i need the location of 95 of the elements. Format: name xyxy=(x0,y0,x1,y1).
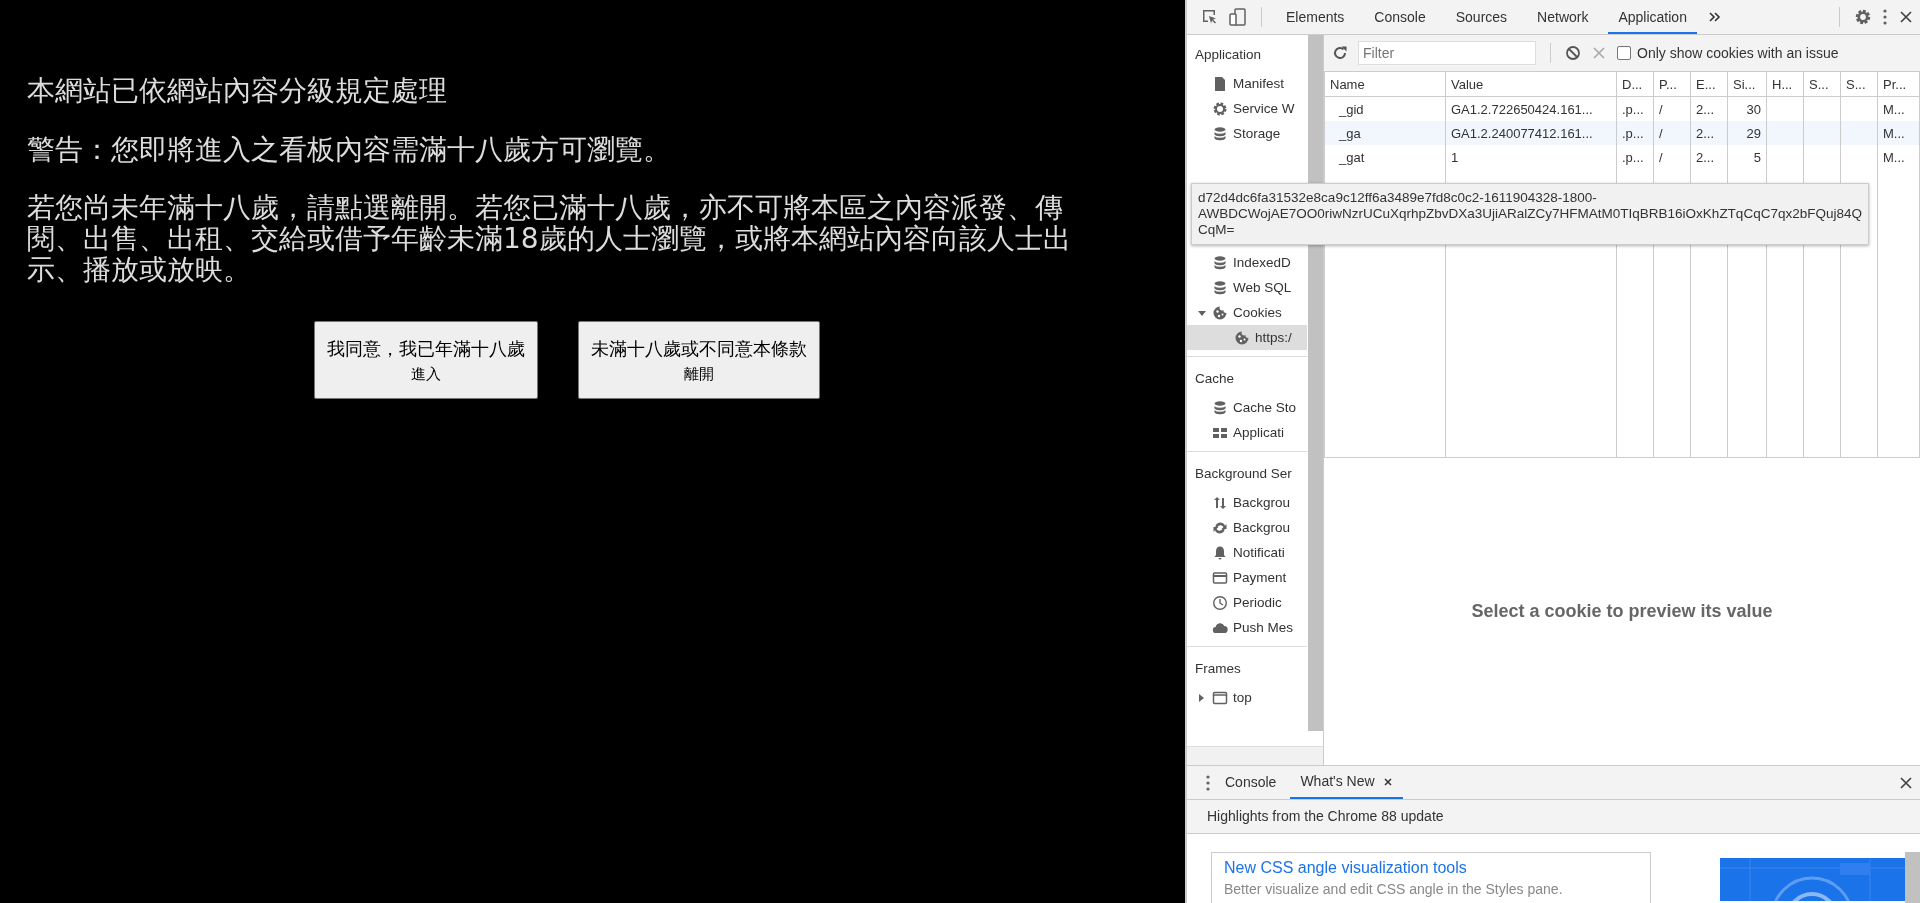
sidebar-item[interactable]: Cookies xyxy=(1187,300,1307,325)
refresh-icon xyxy=(1332,45,1348,61)
horizontal-scrollbar[interactable] xyxy=(1187,746,1323,765)
sidebar-section-title: Frames xyxy=(1194,661,1242,678)
table-cell: / xyxy=(1659,101,1663,117)
delete-icon xyxy=(1591,45,1607,61)
sidebar-item[interactable]: Push Mes xyxy=(1187,615,1307,640)
table-cell: 2... xyxy=(1696,149,1715,165)
gear-icon xyxy=(1212,100,1228,117)
sidebar-section-title: Background Ser xyxy=(1194,466,1293,483)
table-cell: 30 xyxy=(1746,101,1761,117)
table-cell: _gat xyxy=(1339,149,1365,165)
sidebar-item[interactable]: Notificati xyxy=(1187,540,1307,565)
column-header[interactable]: Name xyxy=(1324,72,1446,97)
database-icon xyxy=(1212,125,1228,142)
cookie-icon xyxy=(1212,304,1228,321)
table-cell: 2... xyxy=(1696,101,1715,117)
device-toolbar-icon xyxy=(1229,8,1247,26)
sidebar-item[interactable]: IndexedD xyxy=(1187,250,1307,275)
cookie-icon xyxy=(1234,329,1250,346)
sidebar-item[interactable]: Manifest xyxy=(1187,71,1307,96)
table-cell: GA1.2.240077412.161... xyxy=(1451,125,1593,141)
database-icon xyxy=(1212,279,1228,296)
close-icon xyxy=(1382,776,1393,787)
feature-link[interactable]: New CSS angle visualization tools xyxy=(1224,859,1638,877)
column-header[interactable]: H... xyxy=(1766,72,1804,97)
sidebar-item[interactable]: Backgrou xyxy=(1187,490,1307,515)
sidebar-item[interactable]: Periodic xyxy=(1187,590,1307,615)
column-header[interactable]: S... xyxy=(1803,72,1841,97)
clear-all-icon xyxy=(1565,45,1581,61)
issue-filter-checkbox[interactable]: Only show cookies with an issue xyxy=(1617,45,1839,61)
bell-icon xyxy=(1212,544,1228,561)
column-header[interactable]: Value xyxy=(1445,72,1617,97)
column-header[interactable]: Pr... xyxy=(1877,72,1920,97)
column-header[interactable]: S... xyxy=(1840,72,1878,97)
sidebar-item[interactable]: top xyxy=(1187,685,1307,710)
column-header[interactable]: E... xyxy=(1690,72,1728,97)
sidebar-item[interactable]: Applicati xyxy=(1187,420,1307,445)
settings-icon xyxy=(1854,8,1872,26)
scrollbar[interactable] xyxy=(1905,852,1920,903)
sidebar-item[interactable]: Cache Sto xyxy=(1187,395,1307,420)
consent-button[interactable]: 我同意，我已年滿十八歲 進入 xyxy=(314,321,538,399)
sidebar-item[interactable]: Service W xyxy=(1187,96,1307,121)
table-cell: M... xyxy=(1883,125,1905,141)
column-header[interactable]: P... xyxy=(1653,72,1691,97)
table-cell: / xyxy=(1659,149,1663,165)
table-cell: .p... xyxy=(1622,125,1644,141)
column-header[interactable]: Si... xyxy=(1727,72,1767,97)
table-cell: M... xyxy=(1883,101,1905,117)
sidebar-item[interactable]: Web SQL xyxy=(1187,275,1307,300)
table-cell: 1 xyxy=(1451,149,1459,165)
notice-text: 若您尚未年滿十八歲，請點選離開。若您已滿十八歲，亦不可將本區之內容派發、傳閱、出售、出租、交給或借予年齡未滿18歲的人士瀏覽，或將本網站內容向該人士出示、播放或放映。 xyxy=(27,192,1072,285)
panel-tab[interactable]: Sources xyxy=(1445,0,1518,34)
frame-icon xyxy=(1212,689,1228,706)
sidebar-item[interactable]: Payment xyxy=(1187,565,1307,590)
close-icon xyxy=(1898,774,1914,791)
cookie-value: d72d4dc6fa31532e8ca9c12ff6a3489e7fd8c0c2-1611904328-1800- AWBDCWojAE7OO0riwNzrUCuXqrhpZbvDXa3UjiARalZCy7HFMAtM0TIqBRB16iOxKhZTqCqC7qx2bFQuj84Q CqM= xyxy=(1198,190,1862,238)
table-cell: M... xyxy=(1883,149,1905,165)
table-cell: _ga xyxy=(1339,125,1361,141)
sidebar-item[interactable]: Backgrou xyxy=(1187,515,1307,540)
consent-button[interactable]: 未滿十八歲或不同意本條款 離開 xyxy=(578,321,820,399)
table-cell: 5 xyxy=(1753,149,1761,165)
feature-card[interactable]: New CSS angle visualization tools Better visualize and edit CSS angle in the Styles pane. xyxy=(1211,852,1651,903)
filter-field[interactable]: Filter xyxy=(1358,41,1536,65)
column-header[interactable]: D... xyxy=(1616,72,1654,97)
more-options-icon xyxy=(1882,8,1888,26)
panel-tab[interactable]: Elements xyxy=(1276,0,1355,34)
notice-text: 警告：您即將進入之看板內容需滿十八歲方可瀏覽。 xyxy=(27,134,672,165)
file-icon xyxy=(1212,75,1228,92)
table-cell: .p... xyxy=(1622,149,1644,165)
clock-icon xyxy=(1212,594,1228,611)
drawer-tab[interactable]: Console xyxy=(1215,766,1287,799)
sidebar-item[interactable]: Storage xyxy=(1187,121,1307,146)
table-cell: _gid xyxy=(1339,101,1364,117)
database-icon xyxy=(1212,399,1228,416)
sidebar-item[interactable]: https:/ xyxy=(1187,325,1307,350)
close-icon xyxy=(1898,9,1914,25)
card-icon xyxy=(1212,569,1228,586)
table-cell: .p... xyxy=(1622,101,1644,117)
up-down-arrows-icon xyxy=(1212,494,1228,511)
sidebar-section-title: Application xyxy=(1194,47,1263,64)
table-cell: GA1.2.722650424.161... xyxy=(1451,101,1593,117)
more-options-icon xyxy=(1205,773,1211,792)
table-cell: 2... xyxy=(1696,125,1715,141)
notice-text: 本網站已依網站內容分級規定處理 xyxy=(27,75,448,106)
table-cell: 29 xyxy=(1746,125,1761,141)
database-icon xyxy=(1212,254,1228,271)
drawer-heading: Highlights from the Chrome 88 update xyxy=(1187,800,1920,834)
feature-description: Better visualize and edit CSS angle in the Styles pane. xyxy=(1224,881,1564,897)
panel-tab[interactable]: Console xyxy=(1364,0,1436,34)
table-cell: / xyxy=(1659,125,1663,141)
inspect-element-icon xyxy=(1201,8,1219,26)
preview-message: Select a cookie to preview its value xyxy=(1471,601,1773,622)
panel-tab[interactable]: Network xyxy=(1527,0,1599,34)
sidebar-section-title: Cache xyxy=(1194,371,1236,388)
